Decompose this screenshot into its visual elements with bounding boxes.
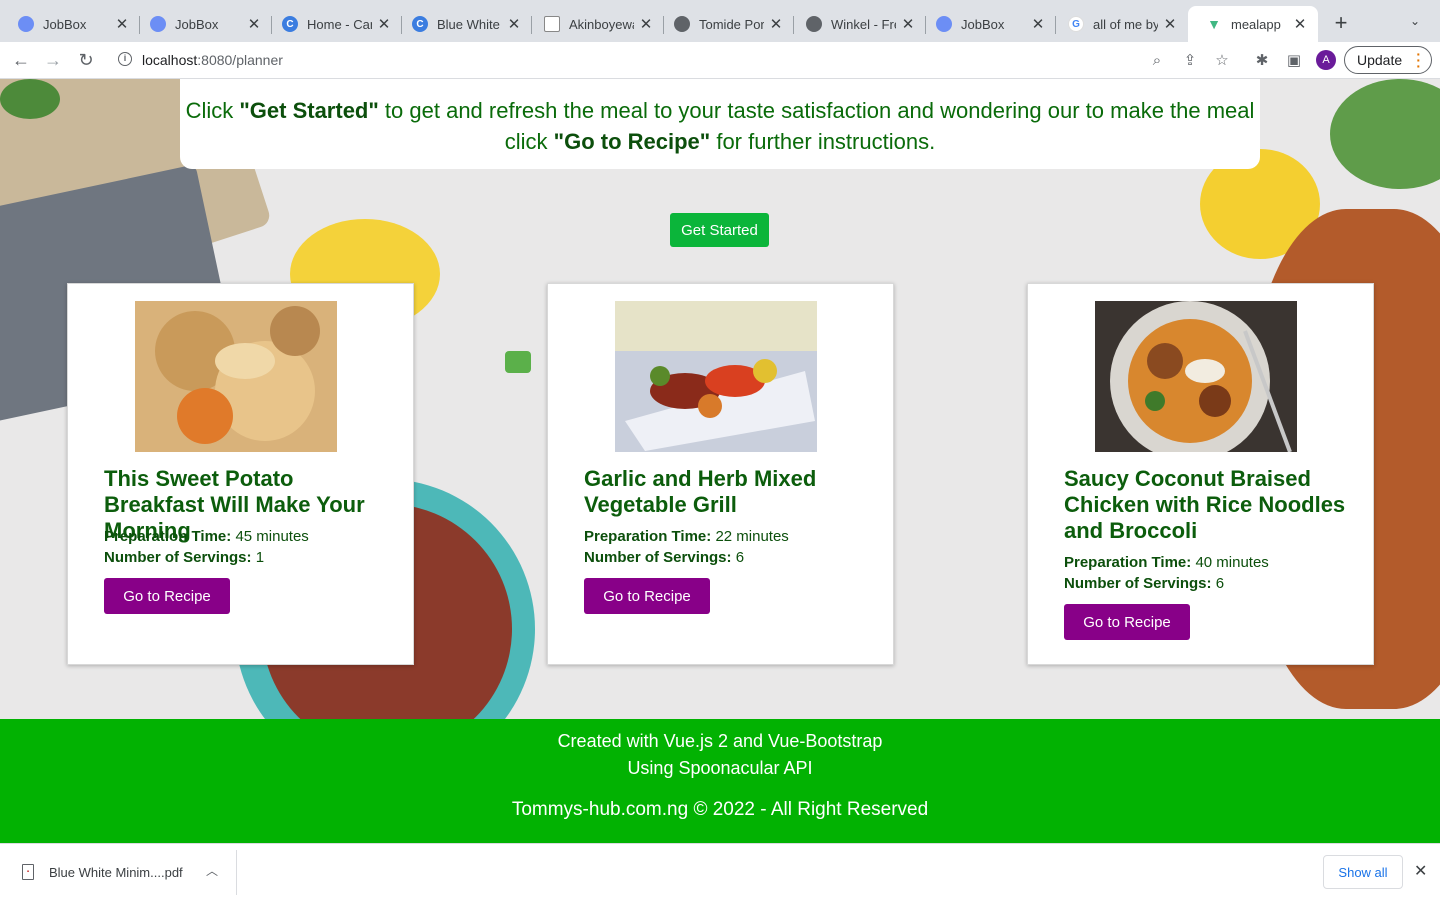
close-icon[interactable]: ✕ (376, 15, 392, 33)
bookmark-star-icon[interactable]: ☆ (1213, 51, 1231, 69)
tab-search-icon[interactable]: ⌄ (1410, 14, 1420, 28)
close-icon[interactable]: ✕ (1030, 15, 1046, 33)
show-all-button[interactable]: Show all (1323, 855, 1403, 889)
chevron-up-icon[interactable]: ︿ (206, 862, 218, 879)
jobbox-icon (150, 16, 166, 32)
vue-icon: ▼ (1207, 16, 1221, 32)
browser-tab[interactable]: JobBox ✕ (0, 6, 140, 42)
footer-copyright: Tommys-hub.com.ng © 2022 - All Right Res… (511, 799, 929, 820)
globe-icon (806, 16, 822, 32)
prep-time: Preparation Time: 40 minutes (1064, 554, 1269, 571)
page-viewport: Click "Get Started" to get and refresh t… (0, 79, 1440, 843)
instructions-text: Click "Get Started" to get and refresh t… (185, 98, 1255, 154)
close-icon[interactable]: ✕ (1292, 15, 1308, 33)
tab-strip: JobBox ✕ JobBox ✕ C Home - Canva ✕ C Blu… (0, 0, 1440, 42)
extensions-icon[interactable]: ✱ (1253, 51, 1271, 69)
close-icon[interactable]: ✕ (900, 15, 916, 33)
close-icon[interactable]: ✕ (114, 15, 130, 33)
tab-title: JobBox (43, 16, 87, 32)
canva-icon: C (412, 16, 428, 32)
menu-dots-icon: · · · (1416, 46, 1421, 74)
document-icon (544, 16, 560, 32)
side-panel-icon[interactable]: ▣ (1285, 51, 1303, 69)
zoom-icon[interactable]: ⌕ (1148, 51, 1166, 69)
recipe-card: Garlic and Herb Mixed Vegetable Grill Pr… (547, 283, 894, 665)
browser-tab[interactable]: C Home - Canva ✕ (264, 6, 402, 42)
jobbox-icon (936, 16, 952, 32)
browser-tab[interactable]: C Blue White Minimalist ✕ (394, 6, 532, 42)
instructions-panel: Click "Get Started" to get and refresh t… (180, 79, 1260, 169)
tab-title: all of me by (1093, 16, 1158, 32)
get-started-button[interactable]: Get Started (670, 213, 769, 247)
recipe-image (135, 301, 337, 452)
servings: Number of Servings: 1 (104, 549, 265, 566)
url-text: localhost:8080/planner (142, 52, 283, 68)
tab-title: Blue White Minimalist (437, 16, 502, 32)
servings: Number of Servings: 6 (584, 549, 745, 566)
globe-icon (674, 16, 690, 32)
recipe-image (1095, 301, 1297, 452)
close-icon[interactable]: ✕ (246, 15, 262, 33)
tab-title: Akinboyewa (569, 16, 634, 32)
recipe-card: Saucy Coconut Braised Chicken with Rice … (1027, 283, 1374, 665)
page-footer: Created with Vue.js 2 and Vue-Bootstrap … (0, 719, 1440, 843)
profile-avatar[interactable]: A (1316, 50, 1336, 70)
browser-tab[interactable]: Tomide Portfolio ✕ (656, 6, 794, 42)
update-button[interactable]: Update · · · (1344, 46, 1432, 74)
back-icon[interactable]: ← (10, 49, 32, 71)
download-bar: ▪ Blue White Minim....pdf ︿ Show all ✕ (0, 843, 1440, 900)
browser-tab[interactable]: JobBox ✕ (132, 6, 272, 42)
recipe-card: This Sweet Potato Breakfast Will Make Yo… (67, 283, 414, 665)
tab-title: Home - Canva (307, 16, 372, 32)
browser-tab-active[interactable]: ▼ mealapp ✕ (1188, 6, 1318, 42)
close-icon[interactable]: ✕ (638, 15, 654, 33)
new-tab-icon[interactable]: + (1330, 10, 1352, 36)
go-to-recipe-button[interactable]: Go to Recipe (584, 578, 710, 614)
prep-time: Preparation Time: 22 minutes (584, 528, 789, 545)
prep-time: Preparation Time: 45 minutes (104, 528, 309, 545)
tab-title: Tomide Portfolio (699, 16, 764, 32)
forward-icon[interactable]: → (42, 49, 64, 71)
go-to-recipe-button[interactable]: Go to Recipe (1064, 604, 1190, 640)
tab-title: JobBox (961, 16, 1005, 32)
close-icon[interactable]: ✕ (506, 15, 522, 33)
share-icon[interactable]: ⇪ (1181, 51, 1199, 69)
close-icon[interactable]: ✕ (1162, 15, 1178, 33)
jobbox-icon (18, 16, 34, 32)
download-file-name: Blue White Minim....pdf (49, 865, 183, 880)
reload-icon[interactable]: ↻ (75, 49, 97, 71)
recipe-title: Saucy Coconut Braised Chicken with Rice … (1064, 466, 1346, 543)
address-bar[interactable]: i localhost:8080/planner (110, 45, 1238, 75)
pdf-file-icon: ▪ (22, 864, 34, 880)
recipe-title: Garlic and Herb Mixed Vegetable Grill (584, 466, 817, 517)
footer-credits: Created with Vue.js 2 and Vue-Bootstrap (557, 731, 883, 751)
google-icon: G (1068, 16, 1084, 32)
footer-api: Using Spoonacular API (627, 758, 813, 778)
update-label: Update (1357, 52, 1403, 68)
browser-tab[interactable]: Akinboyewa ✕ (526, 6, 664, 42)
browser-toolbar: ← → ↻ i localhost:8080/planner ⌕ ⇪ ☆ ✱ ▣… (0, 42, 1440, 79)
browser-tab[interactable]: Winkel - Free ✕ (788, 6, 926, 42)
download-item[interactable]: ▪ Blue White Minim....pdf ︿ (0, 850, 237, 895)
tab-title: mealapp (1231, 16, 1281, 32)
close-icon[interactable]: ✕ (768, 15, 784, 33)
servings: Number of Servings: 6 (1064, 575, 1225, 592)
browser-tab[interactable]: G all of me by ✕ (1050, 6, 1188, 42)
canva-icon: C (282, 16, 298, 32)
close-icon[interactable]: ✕ (1414, 861, 1427, 881)
go-to-recipe-button[interactable]: Go to Recipe (104, 578, 230, 614)
browser-tab[interactable]: JobBox ✕ (918, 6, 1056, 42)
recipe-image (615, 301, 817, 452)
tab-title: JobBox (175, 16, 219, 32)
site-info-icon[interactable]: i (118, 52, 132, 66)
tab-title: Winkel - Free (831, 16, 896, 32)
